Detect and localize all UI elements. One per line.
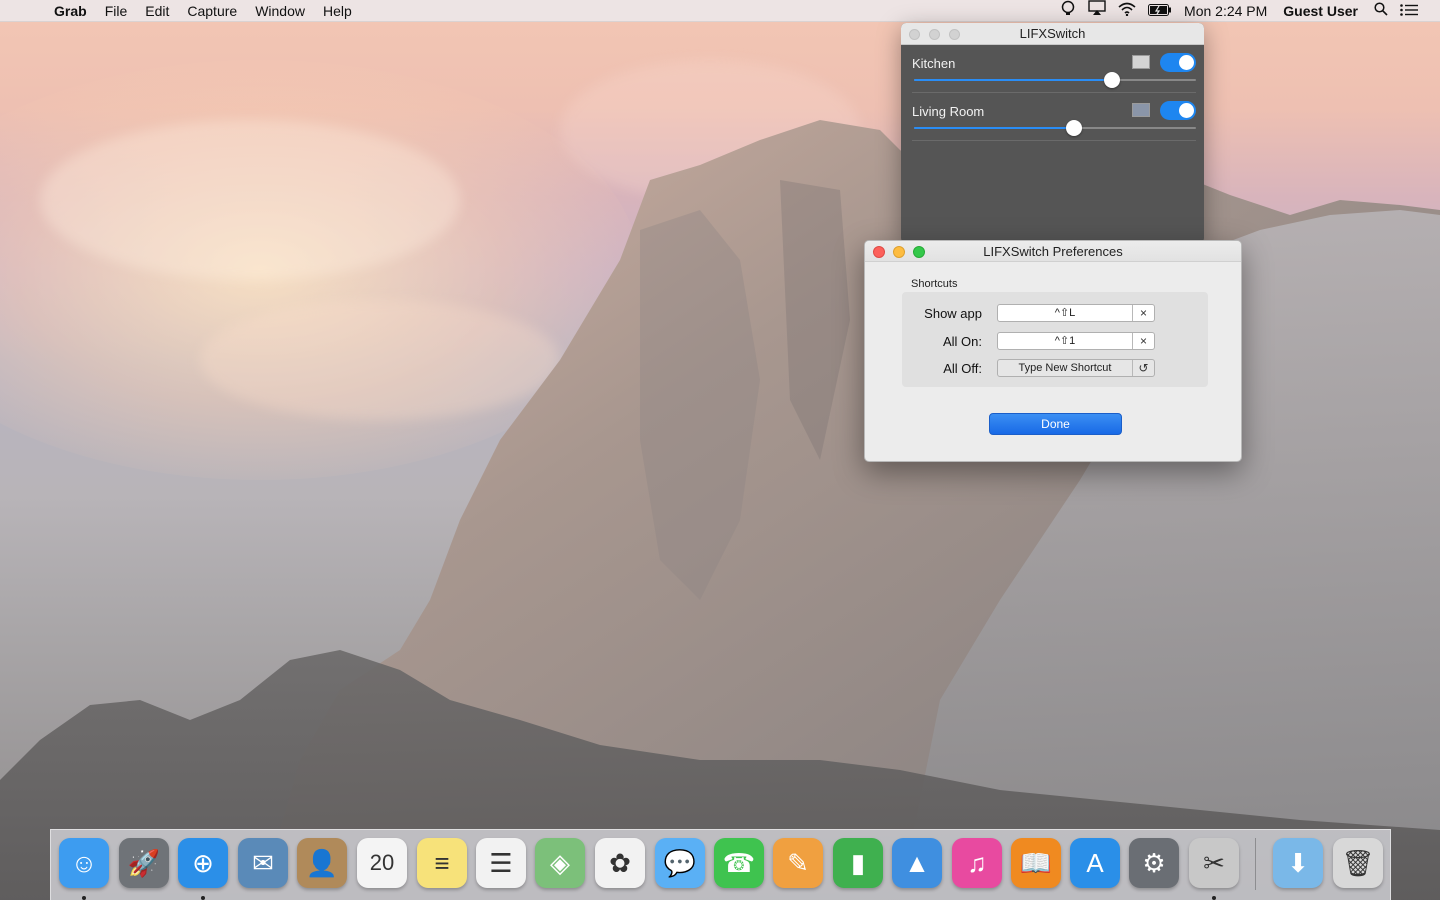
light-color-swatch[interactable] xyxy=(1132,103,1150,117)
shortcut-value[interactable]: ^⇧L xyxy=(998,305,1132,321)
menubar-clock[interactable]: Mon 2:24 PM xyxy=(1184,3,1267,19)
keynote-icon[interactable]: ▲ xyxy=(892,838,942,888)
shortcut-value[interactable]: ^⇧1 xyxy=(998,333,1132,349)
messages-icon[interactable]: 💬 xyxy=(655,838,705,888)
shortcut-label: All On: xyxy=(942,334,982,349)
shortcut-row-all-on: All On: ^⇧1 × xyxy=(902,331,1208,353)
brightness-slider[interactable] xyxy=(914,72,1196,88)
spotlight-search-icon[interactable] xyxy=(1374,0,1388,22)
battery-icon[interactable] xyxy=(1148,0,1172,22)
photos-icon[interactable]: ✿ xyxy=(595,838,645,888)
menu-bar: Grab File Edit Capture Window Help Mon 2… xyxy=(0,0,1440,22)
shortcut-row-all-off: All Off: Type New Shortcut ↺ xyxy=(902,358,1208,380)
inactive-close-button[interactable] xyxy=(909,29,920,40)
lifxswitch-title: LIFXSwitch xyxy=(1019,26,1086,41)
shortcut-label: Show app xyxy=(924,306,982,321)
running-indicator xyxy=(201,896,205,900)
preferences-window: LIFXSwitch Preferences Shortcuts Show ap… xyxy=(864,240,1242,462)
clear-shortcut-icon[interactable]: × xyxy=(1133,305,1154,321)
notes-icon[interactable]: ≡ xyxy=(417,838,467,888)
slider-fill xyxy=(914,127,1075,129)
shortcut-recorder-all-on[interactable]: ^⇧1 × xyxy=(997,332,1155,350)
notification-center-icon[interactable] xyxy=(1400,0,1418,22)
row-divider xyxy=(912,140,1196,141)
toggle-knob xyxy=(1179,103,1194,118)
trash-icon[interactable]: 🗑 xyxy=(1333,838,1383,888)
lifx-status-icon[interactable] xyxy=(1060,0,1076,22)
airplay-icon[interactable] xyxy=(1088,0,1106,22)
calendar-icon[interactable]: 20 xyxy=(357,838,407,888)
shortcut-value[interactable]: Type New Shortcut xyxy=(998,360,1132,376)
light-row: Kitchen xyxy=(901,45,1204,93)
light-power-toggle[interactable] xyxy=(1160,101,1196,120)
ibooks-icon[interactable]: 📖 xyxy=(1011,838,1061,888)
brightness-slider[interactable] xyxy=(914,120,1196,136)
lifxswitch-window: LIFXSwitch Kitchen Living Room xyxy=(901,23,1204,243)
downloads-folder-icon[interactable]: ⬇ xyxy=(1273,838,1323,888)
clear-shortcut-icon[interactable]: × xyxy=(1133,333,1154,349)
menu-edit[interactable]: Edit xyxy=(145,3,169,19)
done-button[interactable]: Done xyxy=(989,413,1122,435)
wifi-icon[interactable] xyxy=(1118,0,1136,22)
dock: ☺ 🚀 ⊕ ✉ 👤 20 ≡ ☰ ◈ ✿ 💬 ☎ ✎ ▮ ▲ ♫ 📖 A ⚙ ✂ ⬇ 🗑 xyxy=(50,829,1391,900)
light-name: Kitchen xyxy=(912,56,956,71)
shortcut-label: All Off: xyxy=(943,361,982,376)
menu-app-name[interactable]: Grab xyxy=(54,3,87,19)
menu-file[interactable]: File xyxy=(105,3,128,19)
inactive-minimize-button[interactable] xyxy=(929,29,940,40)
preferences-titlebar[interactable]: LIFXSwitch Preferences xyxy=(865,241,1241,262)
light-color-swatch[interactable] xyxy=(1132,55,1150,69)
app-store-icon[interactable]: A xyxy=(1070,838,1120,888)
slider-thumb[interactable] xyxy=(1066,120,1083,136)
lifxswitch-titlebar[interactable]: LIFXSwitch xyxy=(901,23,1204,45)
shortcut-row-show-app: Show app ^⇧L × xyxy=(902,303,1208,325)
safari-icon[interactable]: ⊕ xyxy=(178,838,228,888)
shortcut-recorder-show-app[interactable]: ^⇧L × xyxy=(997,304,1155,322)
facetime-icon[interactable]: ☎ xyxy=(714,838,764,888)
menubar-user[interactable]: Guest User xyxy=(1283,3,1358,19)
inactive-zoom-button[interactable] xyxy=(949,29,960,40)
maps-icon[interactable]: ◈ xyxy=(535,838,585,888)
light-name: Living Room xyxy=(912,104,985,119)
mail-icon[interactable]: ✉ xyxy=(238,838,288,888)
menu-help[interactable]: Help xyxy=(323,3,352,19)
light-power-toggle[interactable] xyxy=(1160,53,1196,72)
dock-separator xyxy=(1255,838,1256,890)
running-indicator xyxy=(82,896,86,900)
numbers-icon[interactable]: ▮ xyxy=(833,838,883,888)
shortcuts-group: Show app ^⇧L × All On: ^⇧1 × All Off: Ty… xyxy=(902,292,1208,387)
toggle-knob xyxy=(1179,55,1194,70)
running-indicator xyxy=(1212,896,1216,900)
minimize-button[interactable] xyxy=(893,246,905,258)
system-preferences-icon[interactable]: ⚙ xyxy=(1129,838,1179,888)
contacts-icon[interactable]: 👤 xyxy=(297,838,347,888)
revert-shortcut-icon[interactable]: ↺ xyxy=(1133,360,1154,376)
preferences-title: LIFXSwitch Preferences xyxy=(983,244,1123,259)
slider-thumb[interactable] xyxy=(1104,72,1121,88)
close-button[interactable] xyxy=(873,246,885,258)
menu-capture[interactable]: Capture xyxy=(187,3,237,19)
pages-icon[interactable]: ✎ xyxy=(773,838,823,888)
finder-icon[interactable]: ☺ xyxy=(59,838,109,888)
itunes-icon[interactable]: ♫ xyxy=(952,838,1002,888)
menu-window[interactable]: Window xyxy=(255,3,305,19)
light-row: Living Room xyxy=(901,93,1204,141)
lights-list: Kitchen Living Room xyxy=(901,45,1204,141)
reminders-icon[interactable]: ☰ xyxy=(476,838,526,888)
zoom-button[interactable] xyxy=(913,246,925,258)
shortcut-recorder-all-off[interactable]: Type New Shortcut ↺ xyxy=(997,359,1155,377)
slider-fill xyxy=(914,79,1113,81)
grab-icon[interactable]: ✂ xyxy=(1189,838,1239,888)
launchpad-icon[interactable]: 🚀 xyxy=(119,838,169,888)
shortcuts-group-title: Shortcuts xyxy=(911,278,958,290)
